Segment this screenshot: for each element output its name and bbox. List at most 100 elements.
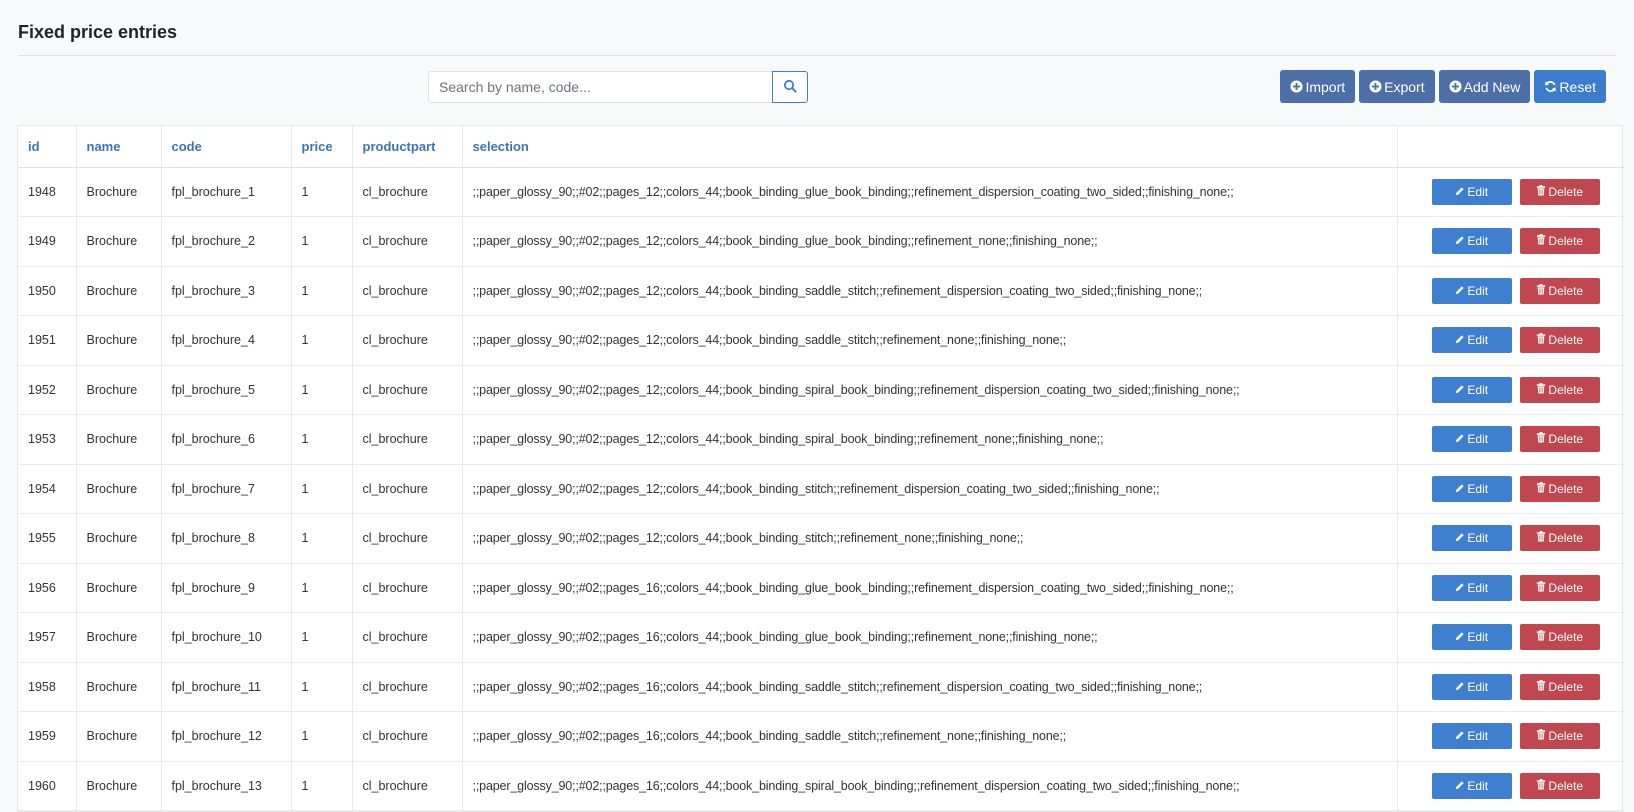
- cell-code: fpl_brochure_13: [161, 761, 292, 811]
- reset-button[interactable]: Reset: [1534, 70, 1606, 103]
- delete-button[interactable]: Delete: [1519, 376, 1600, 403]
- table-body: 1948 Brochure fpl_brochure_1 1 cl_brochure;;…: [18, 167, 1624, 811]
- cell-actions: Edit Delete: [1397, 216, 1624, 267]
- column-header-productpart[interactable]: productpart: [352, 126, 463, 168]
- delete-button[interactable]: Delete: [1519, 178, 1600, 205]
- cell-name: Brochure: [76, 612, 162, 663]
- column-header-selection[interactable]: selection: [462, 126, 1398, 168]
- table-row: 1952 Brochure fpl_brochure_5 1 cl_brochure;;…: [18, 365, 1624, 415]
- delete-button[interactable]: Delete: [1519, 673, 1600, 700]
- cell-actions: Edit Delete: [1397, 315, 1624, 366]
- table-row: 1959 Brochure fpl_brochure_12 1 cl_brochure;…: [18, 711, 1625, 762]
- trash-icon: [1536, 184, 1546, 199]
- trash-icon: [1536, 778, 1546, 793]
- export-button[interactable]: Export: [1359, 70, 1435, 103]
- edit-button[interactable]: Edit: [1431, 673, 1512, 700]
- row-actions: Edit Delete: [1398, 772, 1625, 799]
- cell-actions: Edit Delete: [1397, 266, 1624, 316]
- search-button[interactable]: [772, 71, 808, 103]
- edit-button-label: Edit: [1467, 382, 1489, 397]
- cell-price: 1: [291, 167, 353, 217]
- cell-selection: ;;paper_glossy_90;;#02;;pages_16;;colors…: [462, 662, 1398, 712]
- cell-id: 1953: [18, 414, 77, 465]
- cell-productpart: cl_brochure: [352, 167, 463, 217]
- cell-actions: Edit Delete: [1397, 464, 1624, 514]
- toolbar: Import Export Add New Reset: [18, 56, 1616, 124]
- table-row: 1950 Brochure fpl_brochure_3 1 cl_brochure;;…: [18, 266, 1624, 316]
- trash-icon: [1536, 283, 1546, 298]
- plus-circle-icon: [1290, 80, 1303, 93]
- delete-button[interactable]: Delete: [1519, 723, 1600, 750]
- cell-id: 1949: [18, 216, 77, 267]
- edit-button[interactable]: Edit: [1431, 327, 1512, 354]
- delete-button[interactable]: Delete: [1519, 475, 1600, 502]
- pencil-icon: [1455, 234, 1465, 248]
- add-new-button[interactable]: Add New: [1438, 70, 1531, 103]
- cell-name: Brochure: [76, 513, 162, 564]
- edit-button[interactable]: Edit: [1431, 723, 1512, 750]
- edit-button[interactable]: Edit: [1431, 475, 1512, 502]
- edit-button-label: Edit: [1467, 184, 1489, 199]
- edit-button[interactable]: Edit: [1431, 574, 1512, 601]
- cell-name: Brochure: [76, 315, 162, 366]
- edit-button-label: Edit: [1467, 679, 1489, 694]
- edit-button[interactable]: Edit: [1431, 525, 1512, 552]
- edit-button[interactable]: Edit: [1431, 228, 1512, 255]
- cell-actions: Edit Delete: [1397, 167, 1624, 217]
- delete-button[interactable]: Delete: [1519, 327, 1600, 354]
- cell-price: 1: [291, 761, 353, 811]
- delete-button[interactable]: Delete: [1519, 574, 1600, 601]
- cell-selection: ;;paper_glossy_90;;#02;;pages_12;;colors…: [462, 513, 1398, 564]
- delete-button-label: Delete: [1548, 531, 1584, 546]
- add-new-button-label: Add New: [1463, 78, 1521, 95]
- delete-button[interactable]: Delete: [1519, 772, 1600, 799]
- delete-button[interactable]: Delete: [1519, 426, 1600, 453]
- cell-selection: ;;paper_glossy_90;;#02;;pages_12;;colors…: [462, 315, 1398, 366]
- delete-button[interactable]: Delete: [1519, 228, 1600, 255]
- trash-icon: [1536, 580, 1546, 595]
- column-header-name[interactable]: name: [76, 126, 162, 168]
- edit-button-label: Edit: [1467, 630, 1489, 645]
- delete-button-label: Delete: [1548, 481, 1584, 496]
- cell-productpart: cl_brochure: [352, 365, 463, 415]
- edit-button[interactable]: Edit: [1431, 772, 1512, 799]
- cell-selection: ;;paper_glossy_90;;#02;;pages_12;;colors…: [462, 365, 1398, 415]
- page-title: Fixed price entries: [18, 0, 1616, 56]
- row-actions: Edit Delete: [1398, 723, 1625, 750]
- edit-button[interactable]: Edit: [1431, 178, 1512, 205]
- cell-name: Brochure: [76, 266, 162, 316]
- cell-actions: Edit Delete: [1397, 612, 1624, 663]
- column-header-id[interactable]: id: [18, 126, 77, 168]
- import-button[interactable]: Import: [1280, 70, 1356, 103]
- trash-icon: [1536, 679, 1546, 694]
- delete-button[interactable]: Delete: [1519, 277, 1600, 304]
- cell-price: 1: [291, 365, 353, 415]
- column-header-price[interactable]: price: [291, 126, 353, 168]
- table-row: 1958 Brochure fpl_brochure_11 1 cl_brochure;…: [18, 662, 1624, 712]
- cell-selection: ;;paper_glossy_90;;#02;;pages_16;;colors…: [462, 612, 1398, 663]
- table-row: 1951 Brochure fpl_brochure_4 1 cl_brochure;;…: [18, 315, 1624, 366]
- trash-icon: [1536, 729, 1546, 743]
- cell-code: fpl_brochure_4: [161, 315, 292, 366]
- cell-id: 1959: [18, 711, 77, 762]
- edit-button[interactable]: Edit: [1431, 277, 1512, 304]
- cell-code: fpl_brochure_8: [161, 513, 292, 564]
- cell-id: 1957: [18, 612, 77, 663]
- pencil-icon: [1455, 284, 1465, 298]
- edit-button[interactable]: Edit: [1431, 376, 1512, 403]
- cell-name: Brochure: [76, 167, 162, 217]
- delete-button[interactable]: Delete: [1519, 525, 1600, 552]
- cell-actions: Edit Delete: [1397, 711, 1625, 762]
- column-header-code[interactable]: code: [161, 126, 292, 168]
- plus-circle-icon: [1369, 80, 1382, 93]
- search-input[interactable]: [428, 71, 772, 103]
- edit-button[interactable]: Edit: [1431, 624, 1512, 651]
- edit-button[interactable]: Edit: [1431, 426, 1512, 453]
- pencil-icon: [1455, 185, 1465, 199]
- cell-price: 1: [291, 563, 353, 613]
- cell-name: Brochure: [76, 365, 162, 415]
- delete-button[interactable]: Delete: [1519, 624, 1600, 651]
- cell-actions: Edit Delete: [1397, 414, 1624, 465]
- row-actions: Edit Delete: [1398, 574, 1625, 601]
- edit-button-label: Edit: [1467, 234, 1489, 249]
